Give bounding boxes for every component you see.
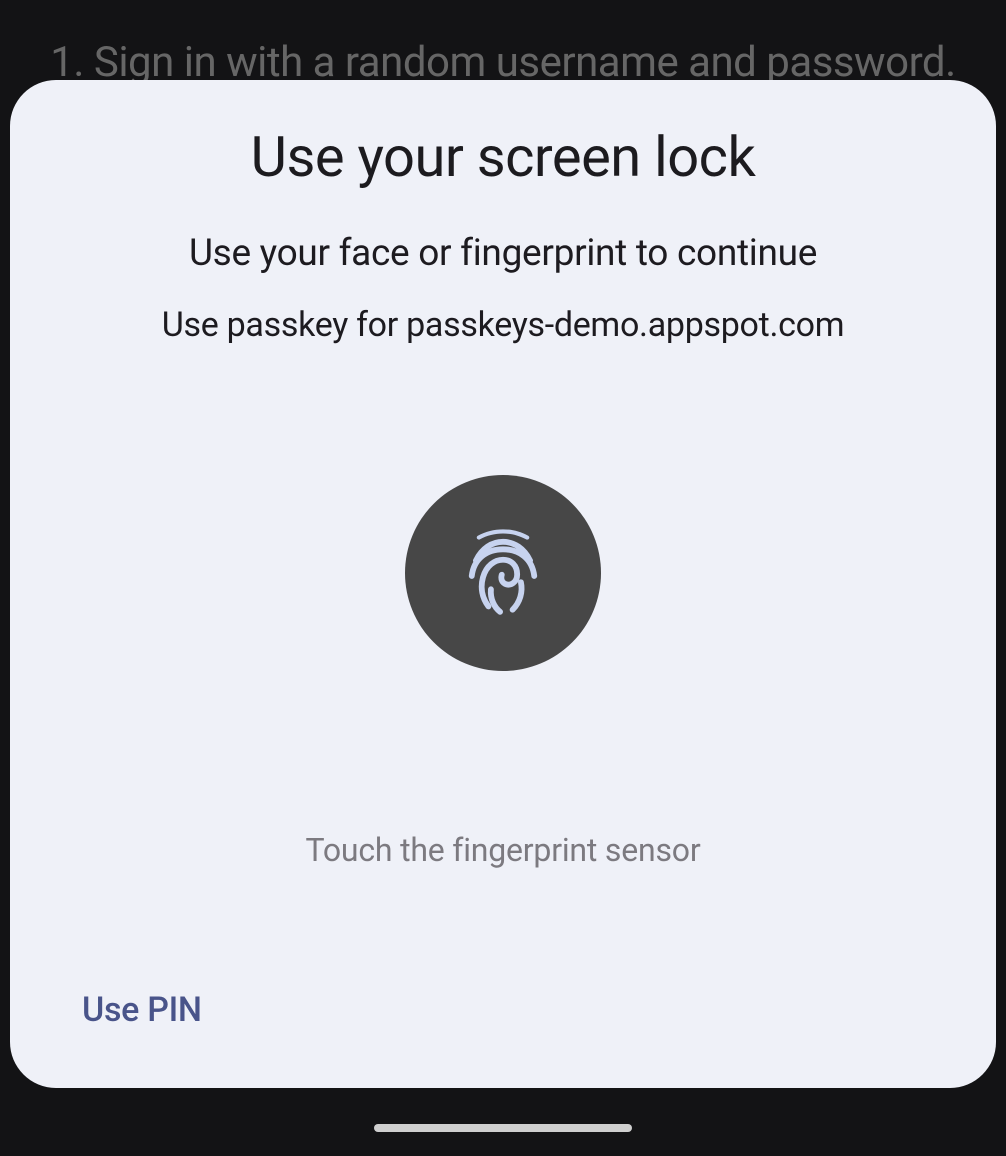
sensor-hint-text: Touch the fingerprint sensor (306, 831, 701, 869)
fingerprint-icon (453, 521, 553, 625)
fingerprint-sensor-button[interactable] (405, 475, 601, 671)
dialog-subtitle: Use your face or fingerprint to continue (189, 232, 817, 275)
passkey-target-text: Use passkey for passkeys-demo.appspot.co… (162, 305, 844, 345)
use-pin-button[interactable]: Use PIN (82, 990, 202, 1030)
dialog-title: Use your screen lock (251, 124, 756, 190)
app-backdrop: 1. Sign in with a random username and pa… (0, 0, 1006, 1156)
fingerprint-sensor-area (405, 475, 601, 671)
biometric-dialog: Use your screen lock Use your face or fi… (10, 80, 996, 1088)
navigation-handle[interactable] (374, 1124, 632, 1132)
